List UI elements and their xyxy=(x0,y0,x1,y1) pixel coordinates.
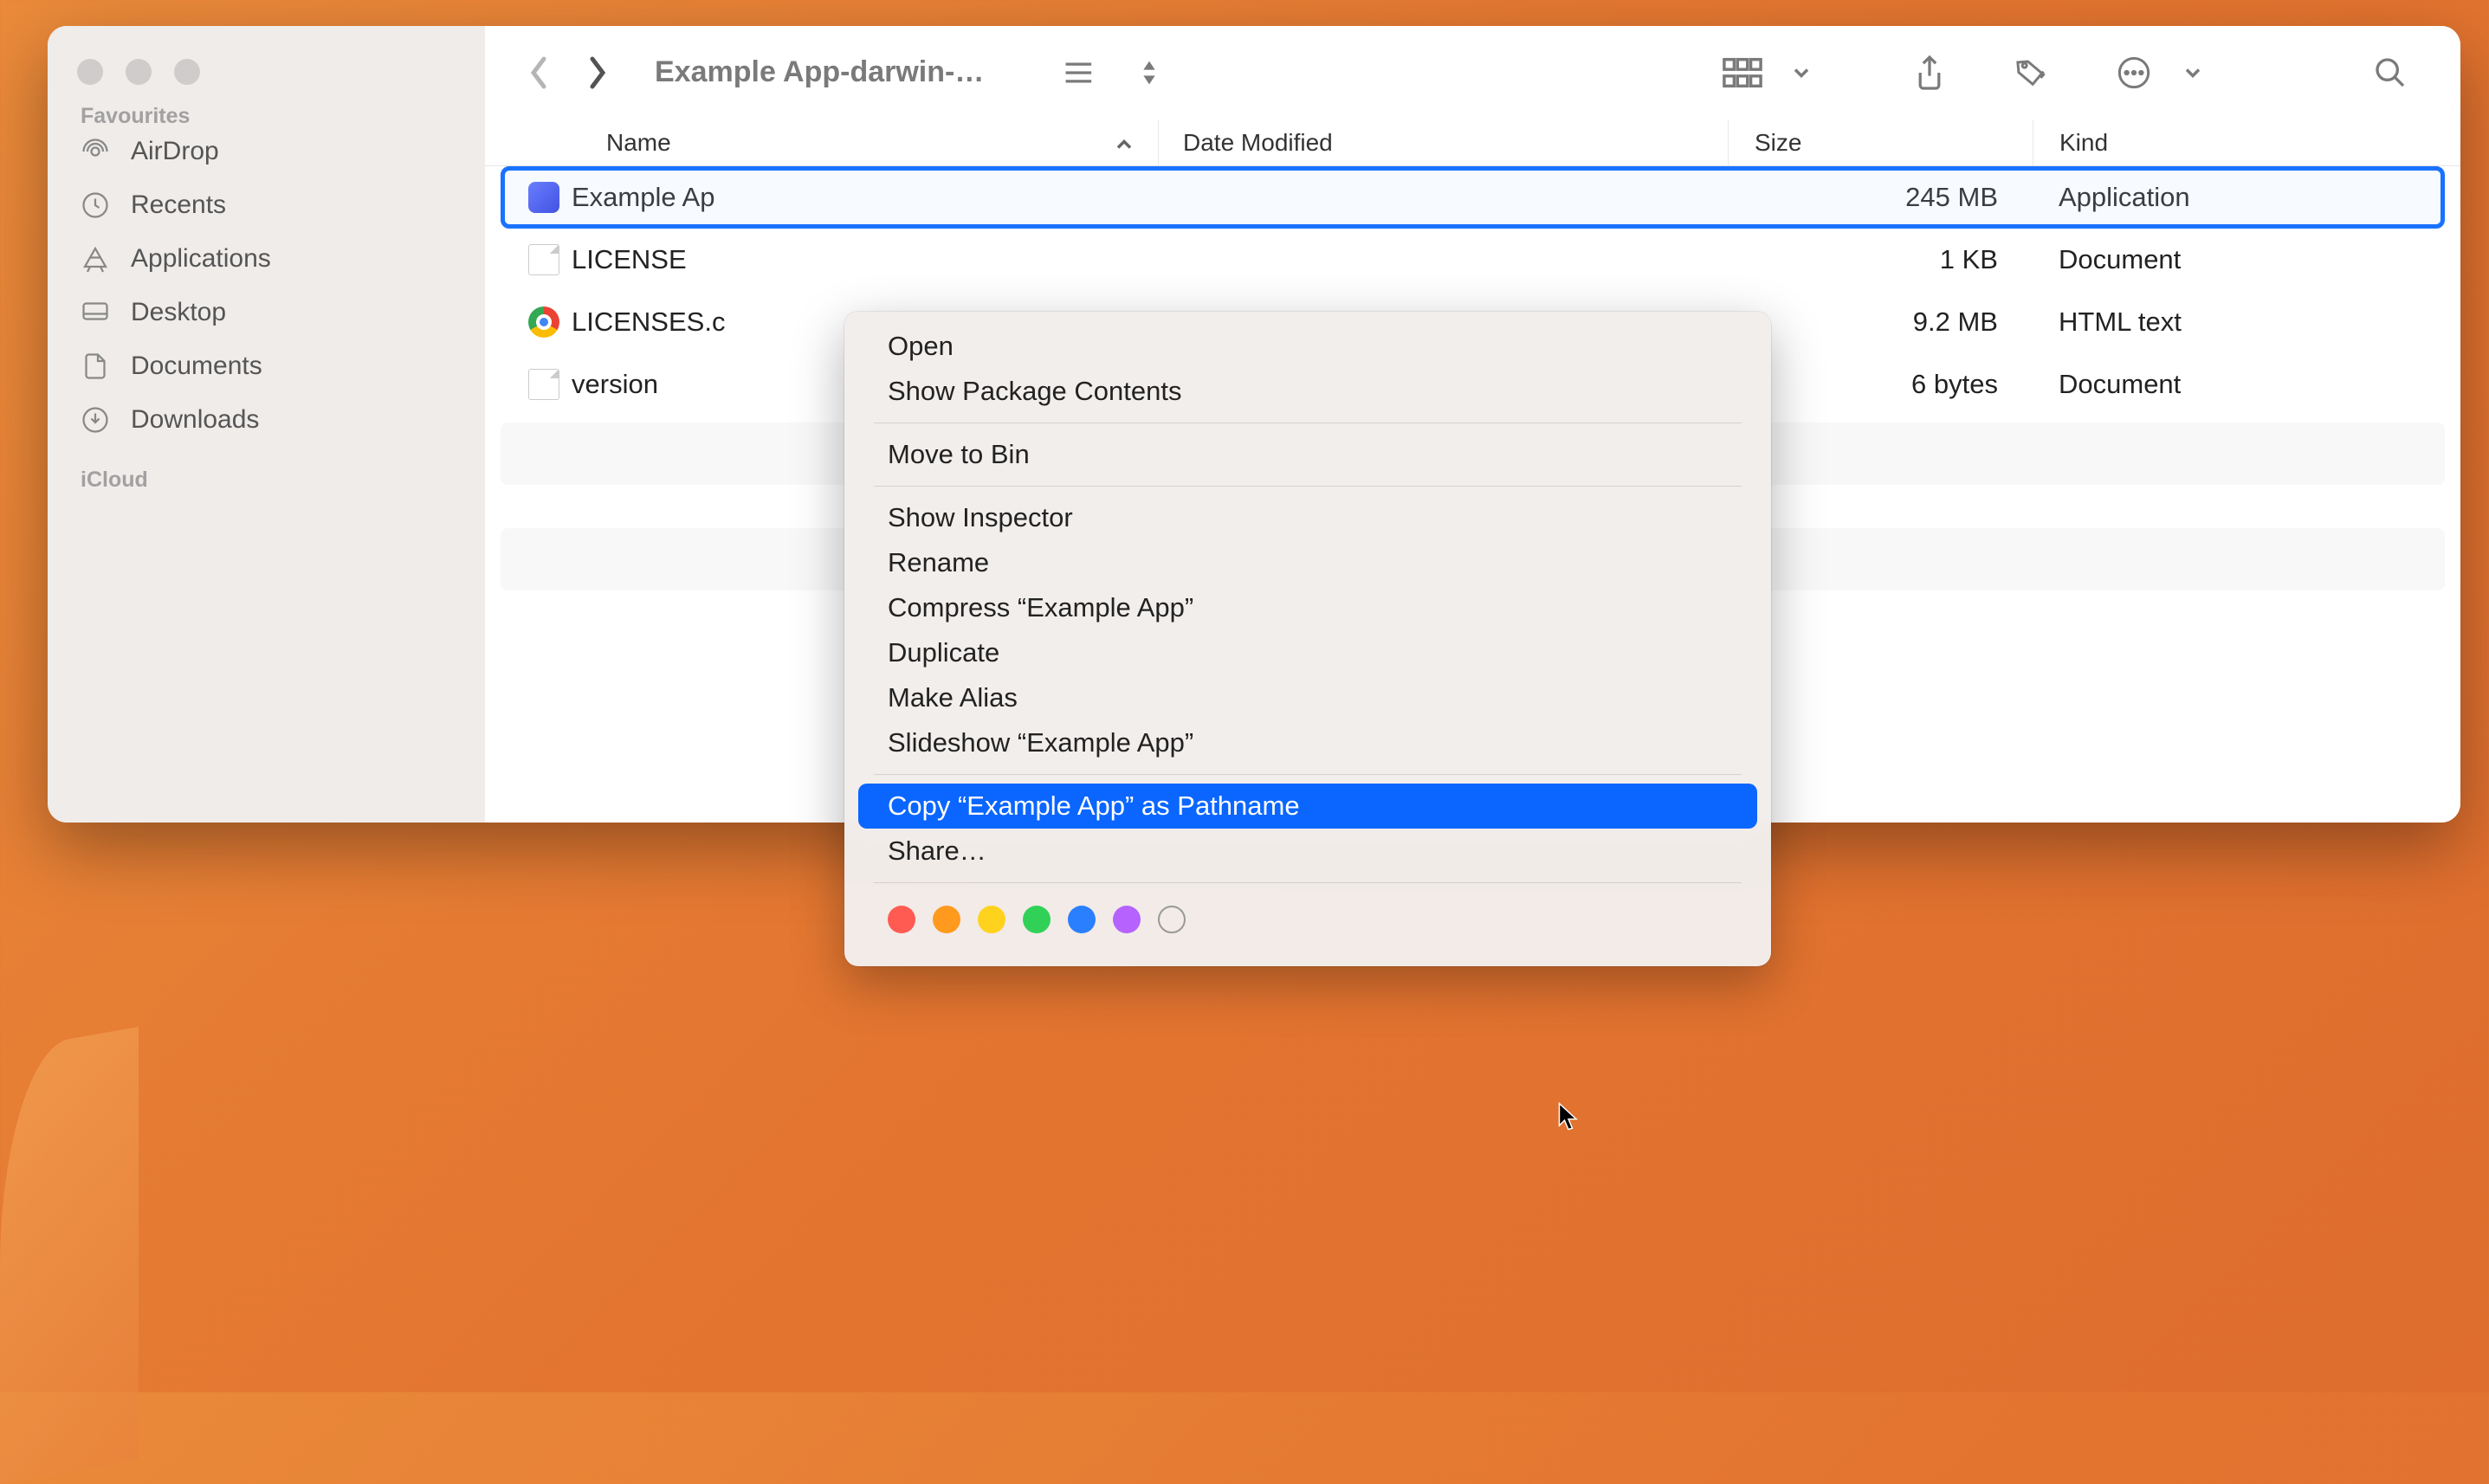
menu-item-tags[interactable] xyxy=(858,940,1757,954)
menu-item-show-inspector[interactable]: Show Inspector xyxy=(858,495,1757,540)
maximize-button[interactable] xyxy=(174,59,200,85)
columns-header: Name Date Modified Size Kind xyxy=(485,119,2460,166)
menu-item-show-package-contents[interactable]: Show Package Contents xyxy=(858,369,1757,414)
more-icon[interactable] xyxy=(2114,53,2154,93)
html-icon xyxy=(528,306,559,338)
menu-item-slideshow[interactable]: Slideshow “Example App” xyxy=(858,720,1757,765)
view-list-icon[interactable] xyxy=(1060,53,1100,93)
file-size: 6 bytes xyxy=(1728,369,2033,400)
sidebar-item-label: Downloads xyxy=(131,405,259,435)
file-size: 1 KB xyxy=(1728,244,2033,275)
view-sort-icon[interactable] xyxy=(1129,53,1169,93)
tag-colors xyxy=(844,892,1771,940)
file-kind: Application xyxy=(2033,182,2460,213)
column-name[interactable]: Name xyxy=(485,129,1158,157)
sidebar-item-applications[interactable]: Applications xyxy=(48,232,485,286)
favourites-header: Favourites xyxy=(48,104,485,125)
desktop-icon xyxy=(79,296,112,329)
sidebar-item-downloads[interactable]: Downloads xyxy=(48,393,485,447)
downloads-icon xyxy=(79,403,112,436)
forward-button[interactable] xyxy=(579,54,617,92)
chevron-down-icon[interactable] xyxy=(1781,53,1821,93)
menu-item-compress[interactable]: Compress “Example App” xyxy=(858,585,1757,630)
menu-item-copy-pathname[interactable]: Copy “Example App” as Pathname xyxy=(858,784,1757,829)
context-menu: Open Show Package Contents Move to Bin S… xyxy=(844,312,1771,966)
column-size[interactable]: Size xyxy=(1728,119,2033,165)
menu-item-share[interactable]: Share… xyxy=(858,829,1757,874)
file-row[interactable]: LICENSE 1 KB Document xyxy=(485,229,2460,291)
sidebar-item-label: Applications xyxy=(131,244,271,274)
minimize-button[interactable] xyxy=(126,59,152,85)
file-name: LICENSE xyxy=(572,244,687,275)
sidebar-item-documents[interactable]: Documents xyxy=(48,339,485,393)
menu-separator xyxy=(874,882,1742,883)
file-size: 245 MB xyxy=(1728,182,2033,213)
file-kind: Document xyxy=(2033,369,2460,400)
icloud-header: iCloud xyxy=(48,447,485,500)
clock-icon xyxy=(79,189,112,222)
app-icon xyxy=(528,182,559,213)
menu-separator xyxy=(874,486,1742,487)
column-date[interactable]: Date Modified xyxy=(1158,119,1728,165)
cursor-icon xyxy=(1557,1102,1580,1133)
file-name: Example Ap xyxy=(572,182,714,213)
search-icon[interactable] xyxy=(2370,53,2410,93)
file-size: 9.2 MB xyxy=(1728,306,2033,338)
menu-item-open[interactable]: Open xyxy=(858,324,1757,369)
document-icon xyxy=(528,369,559,400)
tag-green[interactable] xyxy=(1023,906,1051,933)
tag-icon[interactable] xyxy=(2012,53,2052,93)
sidebar-item-label: Documents xyxy=(131,352,262,381)
sidebar: Favourites AirDrop Recents Applications … xyxy=(48,26,485,823)
sidebar-item-label: Desktop xyxy=(131,298,226,327)
file-kind: HTML text xyxy=(2033,306,2460,338)
documents-icon xyxy=(79,350,112,383)
back-button[interactable] xyxy=(520,54,558,92)
file-name: LICENSES.c xyxy=(572,306,725,338)
share-icon[interactable] xyxy=(1910,53,1949,93)
tag-blue[interactable] xyxy=(1068,906,1096,933)
file-name: version xyxy=(572,369,658,400)
menu-item-move-to-bin[interactable]: Move to Bin xyxy=(858,432,1757,477)
tag-orange[interactable] xyxy=(933,906,960,933)
file-kind: Document xyxy=(2033,244,2460,275)
chevron-down-icon[interactable] xyxy=(2173,53,2213,93)
close-button[interactable] xyxy=(77,59,103,85)
tag-none[interactable] xyxy=(1158,906,1186,933)
document-icon xyxy=(528,244,559,275)
tag-purple[interactable] xyxy=(1113,906,1141,933)
tag-red[interactable] xyxy=(888,906,915,933)
menu-separator xyxy=(874,774,1742,775)
sidebar-item-recents[interactable]: Recents xyxy=(48,178,485,232)
menu-item-rename[interactable]: Rename xyxy=(858,540,1757,585)
airdrop-icon xyxy=(79,135,112,168)
sort-indicator-icon xyxy=(1115,129,1134,157)
sidebar-item-desktop[interactable]: Desktop xyxy=(48,286,485,339)
sidebar-item-label: AirDrop xyxy=(131,137,219,166)
group-by-icon[interactable] xyxy=(1723,53,1762,93)
tag-yellow[interactable] xyxy=(978,906,1005,933)
window-title: Example App-darwin-… xyxy=(655,55,984,89)
window-controls xyxy=(48,52,485,111)
applications-icon xyxy=(79,242,112,275)
column-kind[interactable]: Kind xyxy=(2033,119,2460,165)
sidebar-item-label: Recents xyxy=(131,190,226,220)
sidebar-item-airdrop[interactable]: AirDrop xyxy=(48,125,485,178)
toolbar: Example App-darwin-… xyxy=(485,26,2460,119)
file-row[interactable]: Example Ap 245 MB Application xyxy=(485,166,2460,229)
menu-item-make-alias[interactable]: Make Alias xyxy=(858,675,1757,720)
menu-item-duplicate[interactable]: Duplicate xyxy=(858,630,1757,675)
